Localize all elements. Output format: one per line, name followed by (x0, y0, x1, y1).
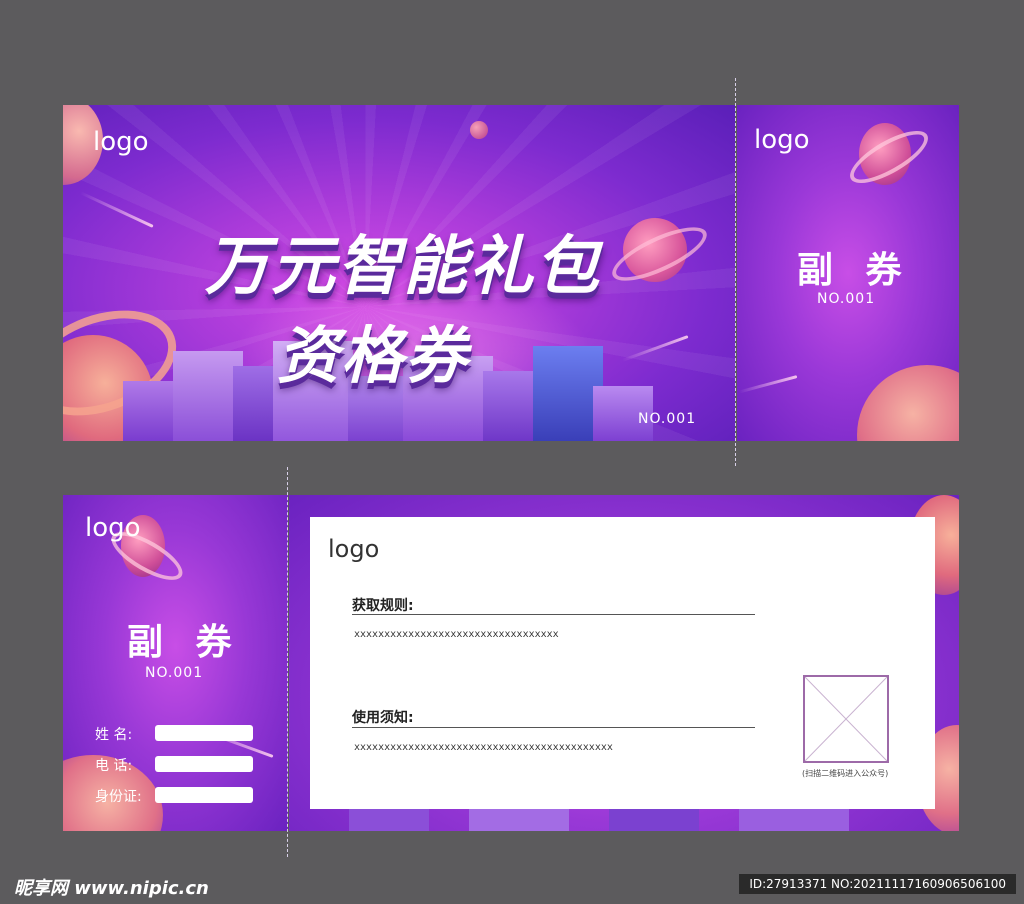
perforation-line (287, 467, 288, 857)
stub-number: NO.001 (817, 291, 876, 307)
notice-label: 使用须知: (352, 710, 414, 726)
field-label-phone: 电 话: (95, 758, 133, 774)
ticket-back-main: logo 获取规则: xxxxxxxxxxxxxxxxxxxxxxxxxxxxx… (289, 495, 959, 831)
field-label-name: 姓 名: (95, 727, 133, 743)
watermark-site: 昵享网 www.nipic.cn (14, 878, 209, 899)
ticket-back-stub: logo 副 券 NO.001 姓 名: 电 话: 身份证: (63, 495, 288, 831)
ticket-number: NO.001 (638, 411, 697, 427)
panel-logo: logo (328, 535, 380, 563)
stub-logo: logo (754, 125, 810, 155)
back-stub-title: 副 券 (127, 622, 242, 663)
rules-label: 获取规则: (352, 598, 414, 614)
title-line2: 资格券 (276, 319, 469, 392)
ticket-stub: logo 副 券 NO.001 (737, 105, 959, 441)
stub-title: 副 券 (797, 250, 912, 291)
info-panel: logo 获取规则: xxxxxxxxxxxxxxxxxxxxxxxxxxxxx… (310, 517, 935, 809)
field-label-id: 身份证: (95, 789, 142, 805)
back-stub-number: NO.001 (145, 665, 204, 681)
id-field[interactable] (155, 787, 253, 803)
planet-stub-bottom (857, 365, 959, 441)
ticket-main: logo 万元智能礼包 资格券 NO.001 (63, 105, 735, 441)
rules-value: xxxxxxxxxxxxxxxxxxxxxxxxxxxxxxxxxx (354, 629, 559, 640)
name-field[interactable] (155, 725, 253, 741)
planet-small-top (470, 121, 488, 139)
qr-code-placeholder[interactable] (803, 675, 889, 763)
phone-field[interactable] (155, 756, 253, 772)
meteor (738, 375, 798, 394)
title-line1: 万元智能礼包 (205, 230, 601, 304)
watermark-id: ID:27913371 NO:20211117160906506100 (739, 874, 1016, 894)
logo: logo (93, 127, 149, 157)
qr-placeholder-cross-icon (805, 677, 887, 761)
perforation-line (735, 78, 736, 466)
notice-underline (352, 727, 755, 728)
notice-value: xxxxxxxxxxxxxxxxxxxxxxxxxxxxxxxxxxxxxxxx… (354, 742, 613, 753)
rules-underline (352, 614, 755, 615)
back-stub-logo: logo (85, 513, 141, 543)
qr-caption: (扫描二维码进入公众号) (802, 769, 889, 778)
